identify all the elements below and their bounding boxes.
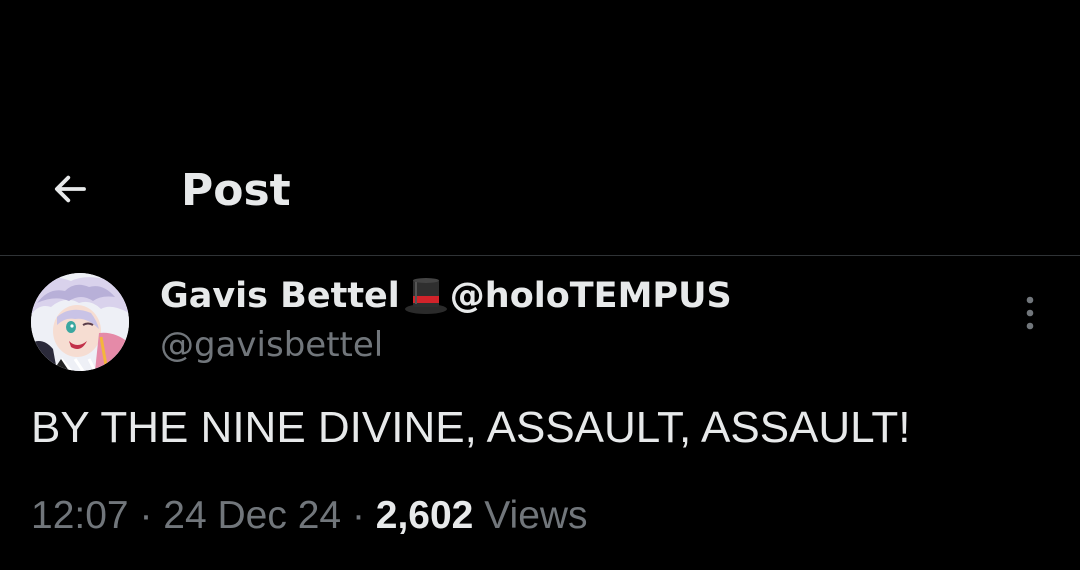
avatar-illustration	[31, 273, 129, 371]
meta-separator: ·	[351, 494, 365, 537]
tweet-text: BY THE NINE DIVINE, ASSAULT, ASSAULT!	[31, 403, 911, 452]
views-count[interactable]: 2,602	[376, 494, 474, 537]
tweet-meta: 12:07 · 24 Dec 24 · 2,602 Views	[31, 490, 588, 542]
top-hat-icon	[404, 278, 447, 314]
page-title: Post	[181, 165, 291, 216]
tweet-time[interactable]: 12:07	[31, 494, 129, 537]
author-handle[interactable]: @gavisbettel	[160, 322, 383, 368]
author-name[interactable]: Gavis Bettel @holoTEMPUS	[160, 272, 732, 320]
arrow-left-icon	[54, 175, 86, 203]
meta-separator: ·	[139, 494, 153, 537]
header-divider	[0, 255, 1080, 256]
more-options-button[interactable]	[1012, 292, 1048, 334]
author-name-suffix: @holoTEMPUS	[449, 276, 732, 316]
avatar[interactable]	[31, 273, 129, 371]
tweet-date[interactable]: 24 Dec 24	[163, 494, 341, 537]
author-display-name: Gavis Bettel	[160, 276, 400, 316]
back-button[interactable]	[44, 163, 96, 215]
views-label: Views	[484, 494, 588, 537]
more-vertical-icon	[1026, 296, 1034, 330]
top-bar: Post	[0, 0, 1080, 256]
